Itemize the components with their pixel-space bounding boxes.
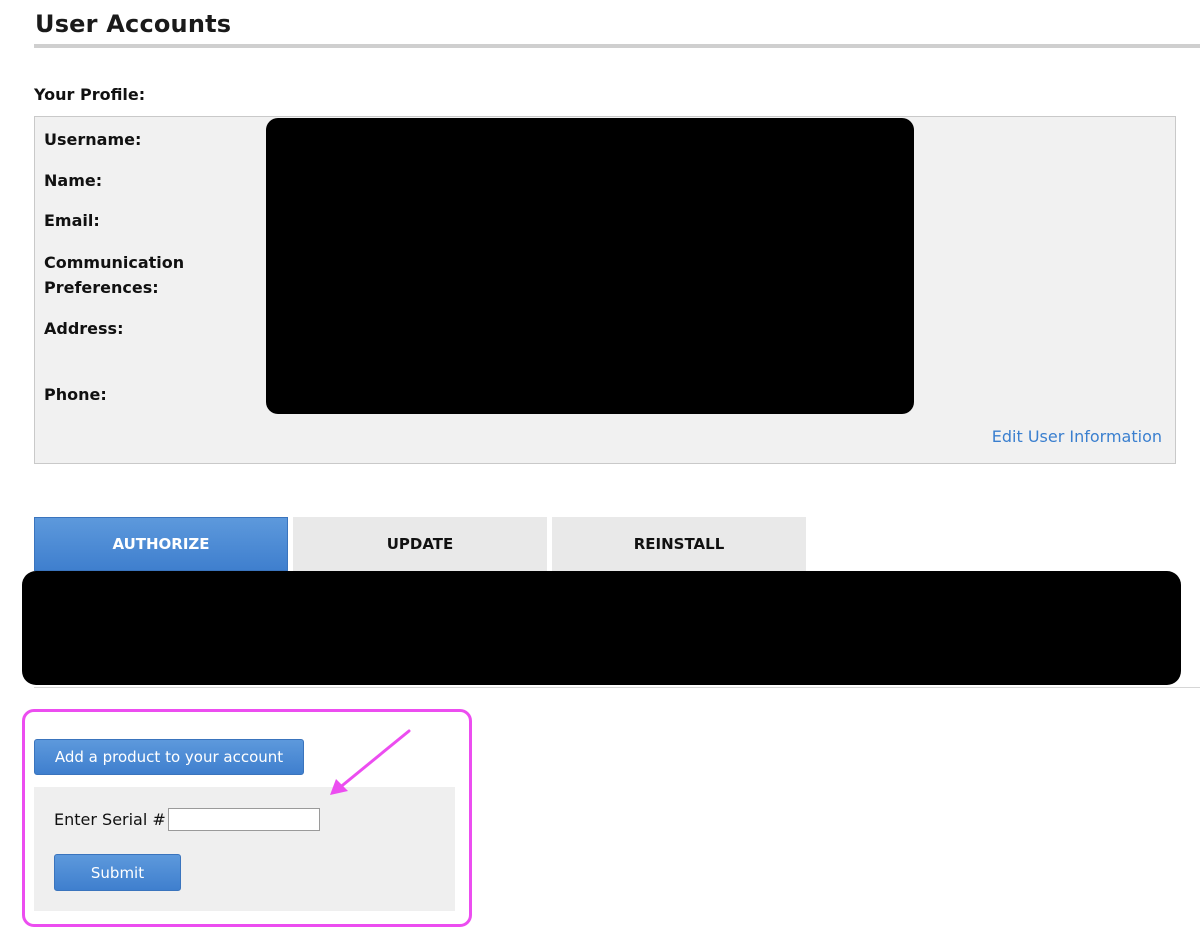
email-label: Email: (44, 211, 100, 230)
submit-button[interactable]: Submit (54, 854, 181, 891)
redacted-tab-content (22, 571, 1181, 685)
communication-preferences-label: Communication Preferences: (44, 253, 185, 297)
serial-entry-panel: Enter Serial # Submit (34, 787, 455, 911)
add-product-button[interactable]: Add a product to your account (34, 739, 304, 775)
page-title: User Accounts (35, 10, 232, 38)
user-accounts-page: User Accounts Your Profile: Username: Na… (0, 0, 1200, 939)
username-label: Username: (44, 130, 142, 149)
serial-label: Enter Serial # (54, 810, 166, 829)
tab-reinstall[interactable]: REINSTALL (552, 517, 806, 571)
phone-label: Phone: (44, 385, 107, 404)
tab-update[interactable]: UPDATE (293, 517, 547, 571)
tab-authorize[interactable]: AUTHORIZE (34, 517, 288, 571)
profile-panel: Username: Name: Email: Communication Pre… (34, 116, 1176, 464)
tab-content-divider (34, 687, 1200, 688)
address-label: Address: (44, 319, 124, 338)
redacted-profile-values (266, 118, 914, 414)
serial-input[interactable] (168, 808, 320, 831)
title-divider (34, 44, 1200, 48)
arrow-annotation-icon (330, 729, 411, 795)
name-label: Name: (44, 171, 103, 190)
edit-user-information-link[interactable]: Edit User Information (992, 427, 1162, 446)
profile-section-label: Your Profile: (34, 85, 146, 104)
